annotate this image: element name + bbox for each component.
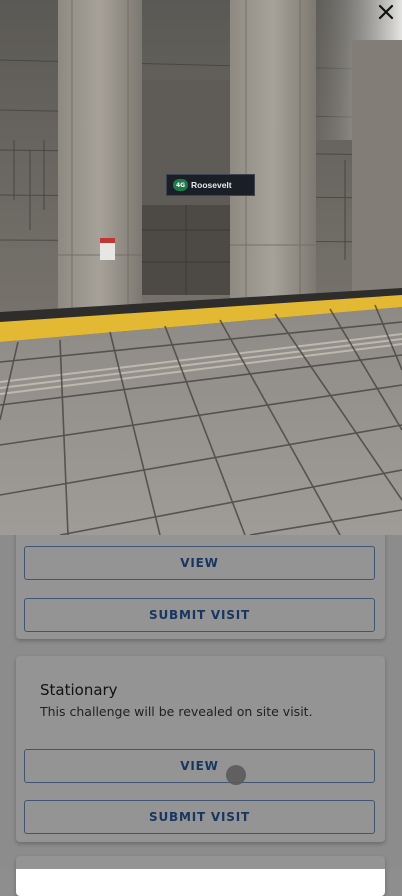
close-icon [378, 4, 394, 20]
station-sign: 4G Roosevelt [166, 174, 255, 196]
touch-indicator [226, 765, 246, 785]
station-photo [0, 0, 402, 535]
station-name: Roosevelt [191, 180, 232, 190]
close-button[interactable] [374, 0, 398, 24]
line-badge: 4G [173, 179, 188, 191]
photo-viewer: 4G Roosevelt [0, 0, 402, 535]
